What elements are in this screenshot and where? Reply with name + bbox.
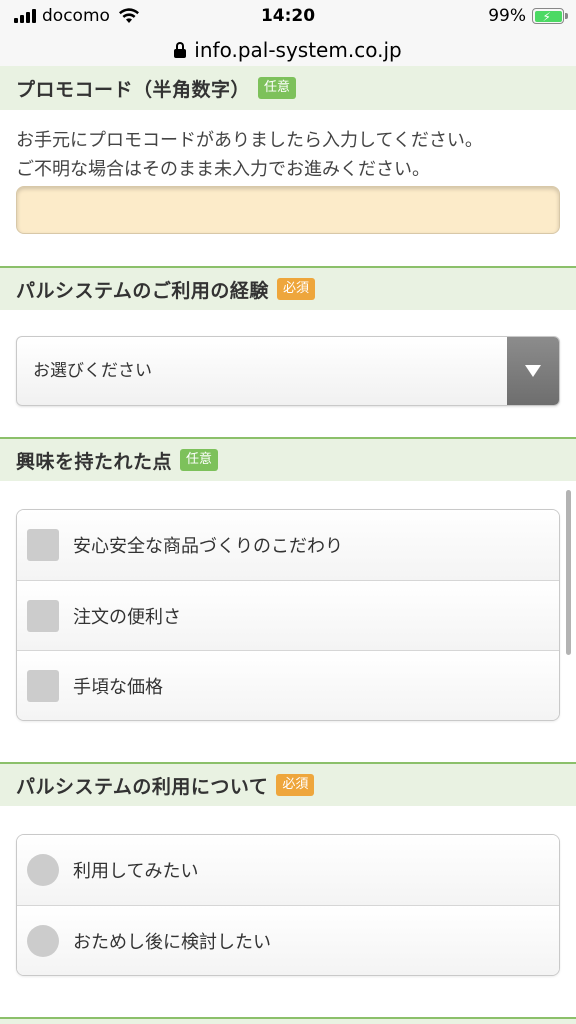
interest-option-row[interactable]: 手頃な価格 [17, 650, 559, 720]
promo-section-header: プロモコード（半角数字） 任意 [0, 66, 576, 110]
url-text[interactable]: info.pal-system.co.jp [194, 38, 401, 62]
scroll-indicator[interactable] [566, 490, 571, 655]
promo-code-input[interactable] [16, 186, 560, 234]
status-bar: docomo 14:20 99% ⚡ [0, 0, 576, 32]
optional-badge: 任意 [180, 449, 219, 471]
usage-option-row[interactable]: おためし後に検討したい [17, 905, 559, 975]
battery-icon: ⚡ [532, 8, 568, 24]
status-right: 99% ⚡ [488, 6, 568, 26]
radio-button[interactable] [27, 924, 59, 957]
interest-checkbox-group: 安心安全な商品づくりのこだわり 注文の便利さ 手頃な価格 [16, 509, 560, 721]
interest-section-title: 興味を持たれた点 [16, 450, 173, 473]
next-section-header [0, 1017, 576, 1024]
interest-option-label: 手頃な価格 [73, 676, 163, 698]
checkbox[interactable] [27, 599, 59, 632]
battery-percent: 99% [488, 6, 526, 26]
radio-button[interactable] [27, 854, 59, 886]
required-badge: 必須 [276, 774, 315, 796]
promo-description: お手元にプロモコードがありましたら入力してください。 ご不明な場合はそのまま未入… [16, 126, 483, 184]
select-arrow-button[interactable] [507, 337, 559, 405]
promo-description-line1: お手元にプロモコードがありましたら入力してください。 [16, 130, 483, 151]
interest-option-label: 注文の便利さ [73, 606, 181, 628]
optional-badge: 任意 [258, 77, 297, 99]
usage-radio-group: 利用してみたい おためし後に検討したい [16, 834, 560, 976]
experience-select-value: お選びください [33, 361, 152, 381]
checkbox[interactable] [27, 669, 59, 702]
interest-section-header: 興味を持たれた点 任意 [0, 437, 576, 481]
usage-section-title: パルシステムの利用について [16, 775, 269, 798]
usage-option-label: 利用してみたい [73, 861, 199, 882]
usage-section-header: パルシステムの利用について 必須 [0, 762, 576, 806]
url-bar[interactable]: info.pal-system.co.jp [0, 32, 576, 68]
interest-option-row[interactable]: 安心安全な商品づくりのこだわり [17, 510, 559, 580]
checkbox[interactable] [27, 529, 59, 561]
usage-option-label: おためし後に検討したい [73, 931, 271, 953]
required-badge: 必須 [276, 278, 315, 300]
experience-section-title: パルシステムのご利用の経験 [16, 279, 269, 302]
interest-option-row[interactable]: 注文の便利さ [17, 580, 559, 650]
experience-select[interactable]: お選びください [16, 336, 560, 406]
triangle-down-icon [525, 365, 541, 377]
experience-section-header: パルシステムのご利用の経験 必須 [0, 266, 576, 310]
lock-icon [174, 42, 187, 58]
promo-section-title: プロモコード（半角数字） [16, 78, 251, 101]
interest-option-label: 安心安全な商品づくりのこだわり [73, 536, 343, 557]
promo-description-line2: ご不明な場合はそのまま未入力でお進みください。 [16, 159, 430, 180]
usage-option-row[interactable]: 利用してみたい [17, 835, 559, 905]
